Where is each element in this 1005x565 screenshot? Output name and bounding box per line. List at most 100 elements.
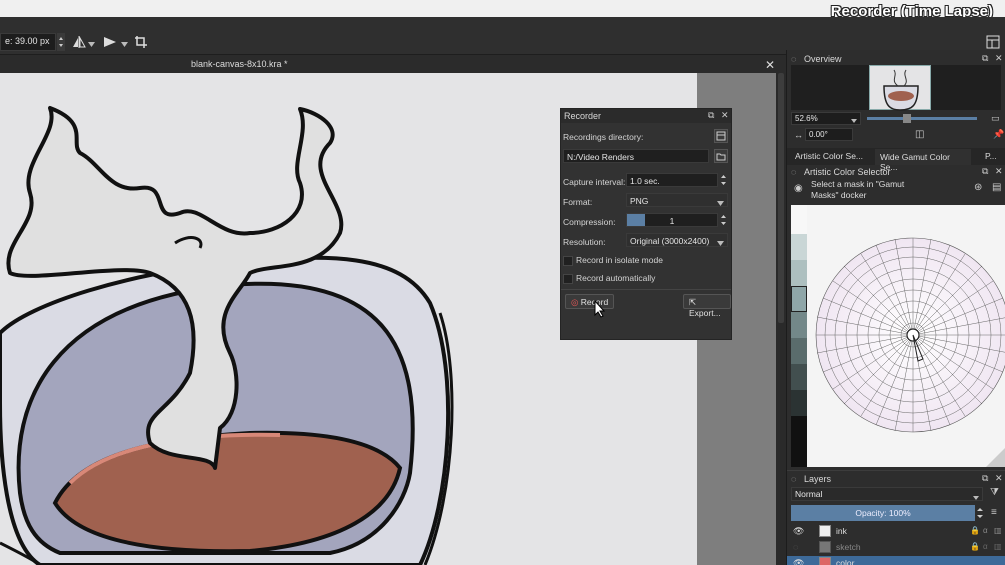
size-spinner[interactable] xyxy=(57,33,65,51)
wheel-settings-icon[interactable]: ⊛ xyxy=(974,182,982,193)
record-icon: ◎ xyxy=(571,297,579,307)
scrollbar-handle[interactable] xyxy=(778,73,784,323)
right-docker-panel: ◌ Overview ⧉ ✕ 52.6% ▭ ↔ 0.00° ◫ 📌 Artis… xyxy=(786,50,1005,565)
interval-spinner[interactable] xyxy=(719,173,728,187)
capture-interval-field[interactable]: 1.0 sec. xyxy=(626,173,718,187)
compression-slider[interactable]: 1 xyxy=(626,213,718,227)
blend-mode-value: Normal xyxy=(795,489,823,499)
divider xyxy=(561,289,731,290)
resolution-label: Resolution: xyxy=(563,237,606,247)
layer-name: ink xyxy=(836,526,847,536)
float-icon[interactable]: ⧉ xyxy=(982,473,988,484)
export-icon: ⇱ xyxy=(689,297,697,307)
inherit-alpha-icon[interactable]: ▥ xyxy=(994,542,1002,551)
compression-spinner[interactable] xyxy=(719,213,728,227)
layer-name: sketch xyxy=(836,542,861,552)
color-wheel-graphic xyxy=(815,237,1005,433)
lock-icon[interactable]: ◌ xyxy=(791,54,796,64)
compression-fill xyxy=(627,214,645,226)
tab-wide-gamut[interactable]: Wide Gamut Color Se... xyxy=(875,149,971,172)
menu-icon[interactable]: ≡ xyxy=(991,507,997,518)
manage-recordings-button[interactable] xyxy=(714,129,728,143)
mask-hint-line2: Masks" docker xyxy=(811,190,867,200)
layer-row-selected[interactable]: 👁 color xyxy=(787,556,1005,565)
artistic-color-wheel[interactable] xyxy=(791,205,1005,467)
compression-label: Compression: xyxy=(563,217,616,227)
inherit-alpha-icon[interactable]: ▥ xyxy=(994,526,1002,535)
record-auto-checkbox[interactable] xyxy=(563,273,573,284)
chevron-down-icon[interactable] xyxy=(121,39,128,49)
opacity-spinner[interactable] xyxy=(976,505,984,521)
chevron-down-icon xyxy=(717,238,724,248)
folder-icon[interactable] xyxy=(714,149,728,163)
layer-row[interactable]: 👁 ink 🔒 α ▥ xyxy=(787,524,1005,540)
zoom-value: 52.6% xyxy=(795,114,818,123)
close-icon[interactable]: ✕ xyxy=(995,473,1003,484)
chevron-down-icon xyxy=(717,198,724,208)
value-scale[interactable] xyxy=(791,205,807,467)
lock-icon[interactable]: ◌ xyxy=(791,167,796,177)
zoom-field[interactable]: 52.6% xyxy=(791,112,861,125)
list-icon[interactable]: ▤ xyxy=(992,182,1001,193)
chevron-down-icon xyxy=(851,116,857,125)
workspace-icon[interactable] xyxy=(986,35,1000,51)
close-icon[interactable]: ✕ xyxy=(765,58,775,72)
record-auto-label: Record automatically xyxy=(576,273,656,283)
blend-mode-select[interactable]: Normal xyxy=(791,487,983,501)
directory-field[interactable]: N:/Video Renders xyxy=(563,149,709,163)
record-auto-option[interactable]: Record automatically xyxy=(563,273,655,284)
eye-hidden-icon[interactable]: ◌ xyxy=(793,542,798,552)
format-label: Format: xyxy=(563,197,593,207)
record-button[interactable]: ◎ Record xyxy=(565,294,615,309)
title-bar: Recorder (Time Lapse) xyxy=(0,0,1005,20)
rotation-field[interactable]: 0.00° xyxy=(805,128,853,141)
alpha-lock-icon[interactable]: α xyxy=(983,526,988,535)
pin-icon[interactable]: 📌 xyxy=(993,129,1004,140)
color-selector-title: Artistic Color Selector xyxy=(804,167,891,177)
gamut-mask-icon[interactable]: ◉ xyxy=(794,183,803,194)
mirror-icon[interactable]: ◫ xyxy=(915,129,924,140)
brush-size-field[interactable]: e: 39.00 px xyxy=(0,33,56,51)
recordings-directory-label: Recordings directory: xyxy=(563,132,644,142)
export-button[interactable]: ⇱ Export... xyxy=(683,294,731,318)
format-select[interactable]: PNG xyxy=(626,193,728,207)
layer-row[interactable]: ◌ sketch 🔒 α ▥ xyxy=(787,540,1005,556)
overview-thumbnail xyxy=(869,65,931,111)
mirror-vertical-icon[interactable] xyxy=(103,35,117,51)
lock-icon[interactable]: ◌ xyxy=(791,474,796,484)
opacity-slider[interactable]: Opacity: 100% xyxy=(791,505,975,521)
close-icon[interactable]: ✕ xyxy=(995,166,1003,177)
crop-icon[interactable] xyxy=(134,35,148,51)
close-icon[interactable]: ✕ xyxy=(995,53,1003,64)
isolate-mode-option[interactable]: Record in isolate mode xyxy=(563,255,663,266)
alpha-lock-icon[interactable]: α xyxy=(983,542,988,551)
filter-icon[interactable]: ⧩ xyxy=(990,487,999,498)
isolate-mode-label: Record in isolate mode xyxy=(576,255,663,265)
recorder-title: Recorder xyxy=(564,111,602,121)
float-icon[interactable]: ⧉ xyxy=(982,53,988,64)
document-tab[interactable]: blank-canvas-8x10.kra * xyxy=(191,59,288,69)
isolate-mode-checkbox[interactable] xyxy=(563,255,573,266)
layer-lock-icon[interactable]: 🔒 xyxy=(970,542,980,551)
mirror-horizontal-icon[interactable] xyxy=(72,35,86,51)
capture-interval-label: Capture interval: xyxy=(563,177,626,187)
tab-palette[interactable]: P... xyxy=(985,151,997,161)
overview-preview[interactable] xyxy=(791,65,1001,111)
chevron-down-icon[interactable] xyxy=(88,39,95,49)
resize-grip[interactable] xyxy=(986,447,1005,467)
layer-lock-icon[interactable]: 🔒 xyxy=(970,526,980,535)
close-icon[interactable]: ✕ xyxy=(721,110,729,121)
resolution-select[interactable]: Original (3000x2400) xyxy=(626,233,728,247)
eye-icon[interactable]: 👁 xyxy=(793,558,804,565)
float-icon[interactable]: ⧉ xyxy=(982,166,988,177)
tab-artistic-color[interactable]: Artistic Color Se... xyxy=(795,151,863,161)
document-tab-bar: blank-canvas-8x10.kra * ✕ xyxy=(0,55,786,73)
monitor-icon[interactable]: ▭ xyxy=(991,113,1000,124)
float-icon[interactable]: ⧉ xyxy=(708,110,714,121)
canvas-vertical-scrollbar[interactable] xyxy=(776,73,786,565)
eye-icon[interactable]: 👁 xyxy=(793,526,804,537)
zoom-slider[interactable] xyxy=(867,114,977,123)
mouse-cursor-icon xyxy=(594,299,606,320)
zoom-slider-handle[interactable] xyxy=(903,114,911,123)
recorder-docker: Recorder ⧉ ✕ Recordings directory: N:/Vi… xyxy=(560,108,732,340)
